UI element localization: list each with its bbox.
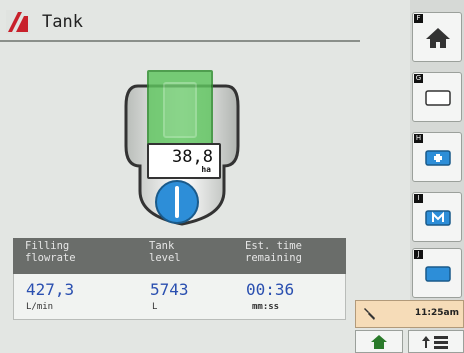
flowrate-unit: L/min (26, 302, 54, 312)
home-icon (426, 28, 450, 48)
info-panel-values: 427,3 L/min 5743 L 00:36 mm:ss (13, 274, 346, 320)
tank-level-unit: L (152, 302, 158, 312)
header-est-time: Est. time remaining (245, 240, 302, 264)
home-icon (371, 335, 387, 349)
softkey-tag: H (414, 134, 423, 143)
wrench-icon[interactable] (362, 306, 378, 322)
blue-screen-icon (425, 266, 451, 282)
header-divider (0, 40, 360, 42)
header-tank-level: Tank level (149, 240, 181, 264)
tank-level-value: 5743 (150, 280, 189, 299)
softkey-tag: I (414, 194, 423, 203)
info-panel-header: Filling flowrate Tank level Est. time re… (13, 238, 346, 274)
tank-fill-indicator (147, 70, 213, 147)
softkey-home[interactable]: F (412, 12, 462, 62)
softkey-blue-screen[interactable]: J (412, 248, 462, 298)
softkey-m-screen[interactable]: I (412, 192, 462, 242)
area-display: 38,8 ha (147, 143, 221, 179)
m-screen-icon (425, 210, 451, 226)
header-filling-flowrate: Filling flowrate (25, 240, 76, 264)
flowrate-value: 427,3 (26, 280, 75, 299)
softkey-plus-screen[interactable]: H (412, 132, 462, 182)
time-remaining-value: 00:36 (246, 280, 295, 299)
blank-screen-icon (425, 90, 451, 106)
area-unit: ha (201, 165, 211, 174)
softkey-tag: G (414, 74, 423, 83)
header: Tank (0, 0, 360, 40)
clock-time: 11:25am (414, 308, 459, 318)
brand-logo-icon (6, 10, 30, 34)
valve-icon[interactable] (155, 180, 199, 224)
softkey-tag: J (414, 250, 423, 259)
status-bar: 11:25am (355, 300, 464, 328)
main-area: Tank 38,8 ha Filling flowrate Tank level… (0, 0, 410, 353)
plus-screen-icon (425, 150, 451, 166)
up-menu-icon (422, 336, 448, 349)
area-value: 38,8 (172, 147, 213, 167)
softkey-tag: F (414, 14, 423, 23)
softkey-blank-screen[interactable]: G (412, 72, 462, 122)
page-title: Tank (42, 12, 83, 32)
bottom-home-button[interactable] (355, 330, 403, 353)
bottom-menu-button[interactable] (408, 330, 464, 353)
time-remaining-unit: mm:ss (252, 302, 280, 312)
